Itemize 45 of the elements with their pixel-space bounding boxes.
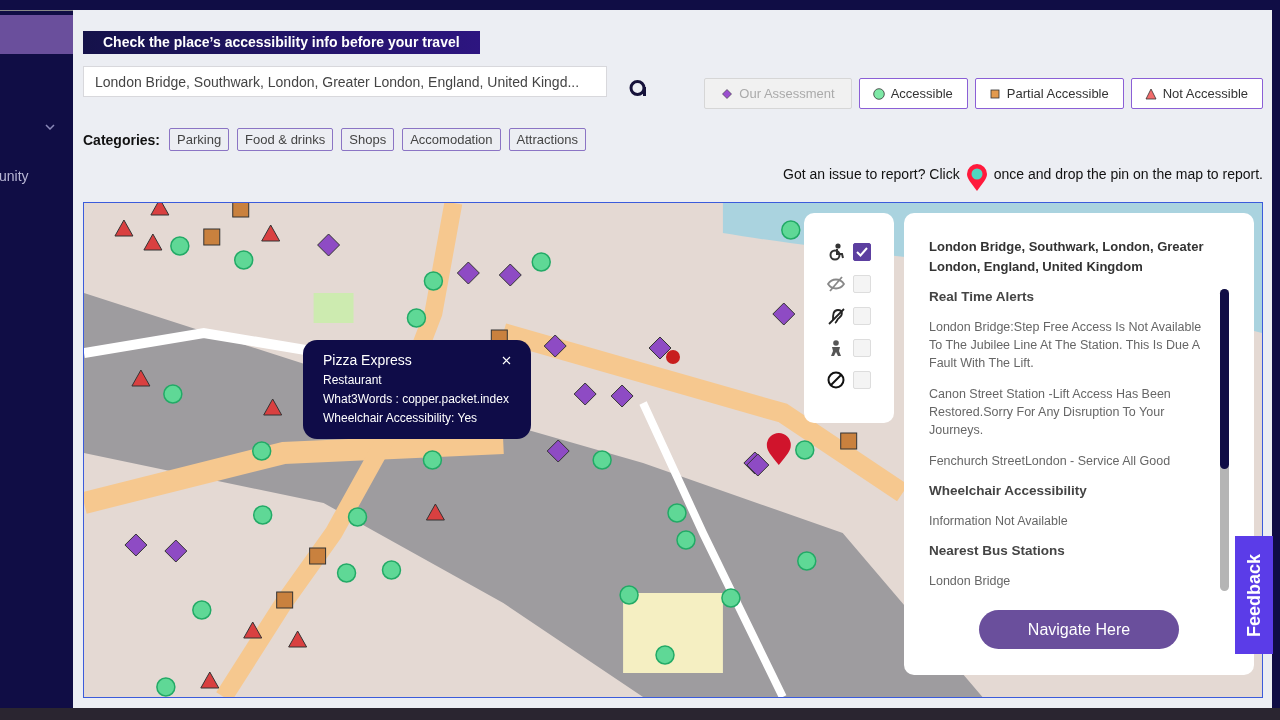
- popup-text: Restaurant: [323, 373, 383, 387]
- popup-text: What3Words : copper.packet.index: [323, 392, 510, 406]
- marker-icon: [721, 87, 734, 100]
- popup-title: Pizza Express: [323, 352, 412, 368]
- section-heading: Real Time Alerts: [929, 289, 1036, 304]
- feedback-button[interactable]: Feedback: [1235, 536, 1273, 654]
- close-icon[interactable]: [502, 355, 511, 365]
- map-pin-icon[interactable]: [965, 164, 988, 192]
- section-heading: Wheelchair Accessibility: [929, 483, 1088, 498]
- legend-button[interactable]: Partial Accessible: [974, 78, 1124, 109]
- eye-slash-icon: [827, 275, 845, 293]
- popup-text: Wheelchair Accessibility: Yes: [323, 411, 479, 425]
- categories-label: Categories:: [83, 131, 161, 148]
- legend-button[interactable]: Accessible: [858, 78, 968, 109]
- checkbox[interactable]: [853, 243, 871, 261]
- section-text: Canon Street Station -Lift Access Has Been Restored.Sorry For Any Disruption To Your Journeys.: [929, 386, 1172, 439]
- category-chip[interactable]: Parking: [169, 128, 230, 151]
- category-chip[interactable]: Shops: [341, 128, 395, 151]
- page-heading: Check the place’s accessibility info before your travel: [83, 31, 480, 54]
- sidebar-item[interactable]: unity: [0, 168, 73, 184]
- section-text: Information Not Available: [929, 513, 1069, 530]
- marker-icon: [988, 87, 1001, 100]
- place-title: London Bridge, Southwark, London, Greater London, England, United Kingdom: [929, 238, 1205, 276]
- ear-icon: [827, 307, 845, 325]
- search-field[interactable]: London Bridge, Southwark, London, Greater London, England, United Kingd...: [83, 66, 607, 97]
- chevron-down-icon[interactable]: [45, 124, 55, 130]
- section-heading: Nearest Bus Stations: [929, 543, 1066, 558]
- search-icon[interactable]: [629, 80, 647, 96]
- page-scrollbar[interactable]: [1272, 10, 1280, 708]
- report-text: Got an issue to report? Click: [783, 166, 960, 182]
- marker-icon: [872, 87, 885, 100]
- scrollbar-thumb[interactable]: [1220, 289, 1229, 469]
- category-chip[interactable]: Food & drinks: [237, 128, 334, 151]
- scrollbar[interactable]: [1220, 289, 1229, 591]
- legend-button[interactable]: Not Accessible: [1130, 78, 1263, 109]
- section-text: London Bridge:Step Free Access Is Not Available To The Jubilee Line At The Station. This Is Due A Fault With The Lift.: [929, 319, 1203, 372]
- wheelchair-icon: [827, 243, 845, 261]
- section-text: London Bridge: [929, 573, 1012, 590]
- prohibited-icon: [827, 371, 845, 389]
- category-chip[interactable]: Accomodation: [402, 128, 501, 151]
- marker-icon: [1144, 87, 1157, 100]
- navigate-button[interactable]: Navigate Here: [979, 610, 1179, 649]
- category-chip[interactable]: Attractions: [508, 128, 586, 151]
- section-text: Fenchurch StreetLondon - Service All Good: [929, 453, 1172, 470]
- report-text: once and drop the pin on the map to report.: [993, 166, 1263, 182]
